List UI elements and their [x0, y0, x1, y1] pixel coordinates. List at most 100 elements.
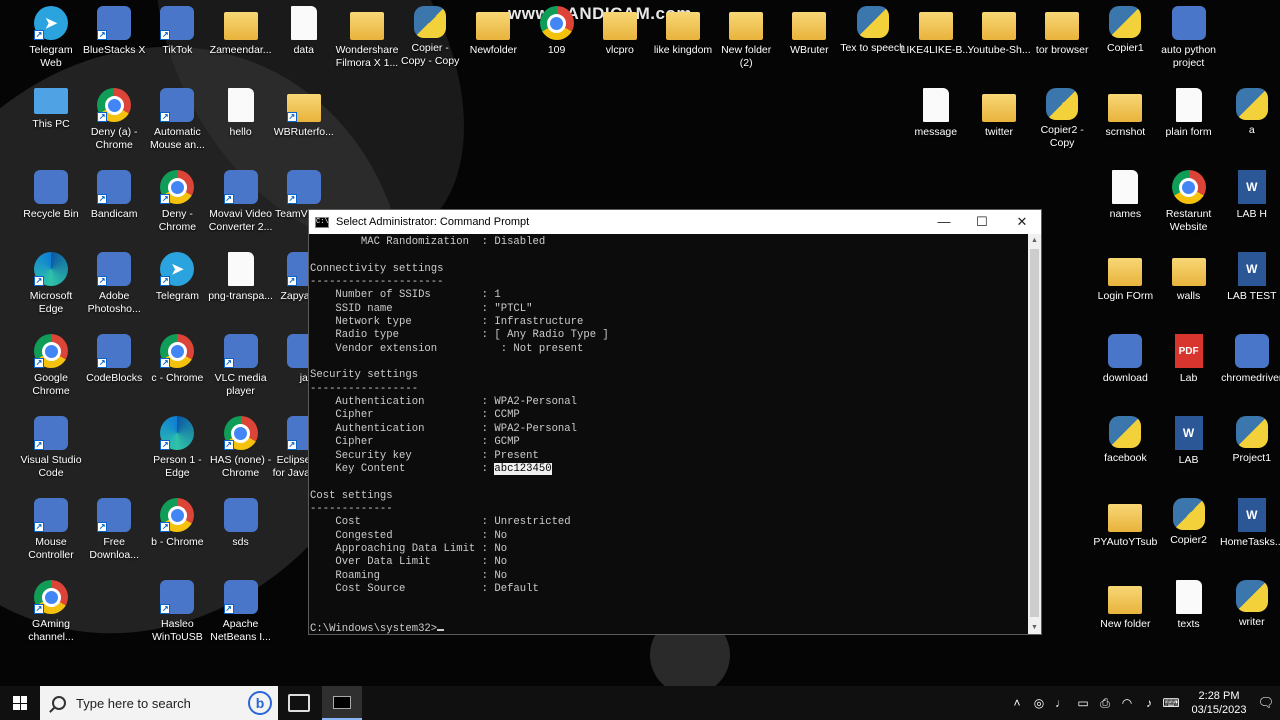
console-line: Key Content : abc123450 [310, 462, 552, 475]
battery-icon[interactable]: ▭ [1074, 694, 1092, 712]
generic-icon: ↗ [34, 416, 68, 450]
folder-icon [602, 12, 637, 40]
chrome-icon: ↗ [160, 498, 195, 532]
shortcut-arrow-icon: ↗ [223, 440, 234, 450]
cmd-taskbar-icon [333, 695, 351, 709]
desktop-icon[interactable]: chromedriver [1214, 330, 1280, 412]
console-line: Authentication : WPA2-Personal [310, 422, 578, 435]
file-icon [922, 88, 949, 122]
desktop-icon[interactable]: ↗ GAming channel... [13, 576, 89, 658]
console-line: Security key : Present [310, 449, 539, 462]
start-button[interactable] [0, 686, 40, 720]
maximize-button[interactable]: ☐ [963, 210, 1001, 234]
desktop-icon[interactable]: ↗ Visual Studio Code [13, 412, 89, 494]
desktop-icon[interactable]: W LAB H [1214, 166, 1280, 248]
chrome-icon: ↗ [160, 334, 195, 368]
desktop-icon[interactable]: writer [1214, 576, 1280, 658]
console-line: Cost settings [310, 489, 393, 502]
meet-now-icon[interactable]: ◎ [1030, 694, 1048, 712]
desktop-icon-label: a [1248, 124, 1255, 136]
console-line: Number of SSIDs : 1 [310, 289, 501, 302]
desktop-icon-label: Apache NetBeans I... [210, 618, 271, 643]
console-line: Cost : Unrestricted [310, 516, 571, 529]
search-icon [52, 696, 66, 710]
folder-icon [476, 12, 511, 40]
folder-icon [1108, 504, 1143, 532]
volume-icon[interactable]: ♪ [1140, 694, 1158, 712]
chevron-up-icon[interactable]: ˄ [1008, 694, 1026, 712]
generic-icon: ↗ [223, 580, 258, 614]
shortcut-arrow-icon: ↗ [223, 194, 234, 204]
folder-icon [729, 12, 764, 40]
file-icon [1175, 580, 1202, 614]
task-view-button[interactable] [288, 694, 310, 712]
desktop-icon[interactable]: ↗ WBRuterfo... [266, 84, 342, 166]
desktop-icon[interactable]: W LAB TEST [1214, 248, 1280, 330]
py-icon [1172, 498, 1205, 530]
desktop-icon-label: Project1 [1232, 452, 1272, 464]
wifi-icon[interactable]: ◠ [1118, 694, 1136, 712]
shortcut-arrow-icon: ↗ [97, 194, 108, 204]
key-content-value[interactable]: abc123450 [494, 462, 552, 475]
folder-icon [666, 12, 700, 40]
folder-icon [1171, 258, 1206, 286]
microphone-icon[interactable]: ♩ [1052, 694, 1070, 712]
folder-icon [1108, 94, 1143, 122]
desktop-icon[interactable]: ↗ Apache NetBeans I... [203, 576, 279, 658]
console-line: Radio type : [ Any Radio Type ] [310, 329, 609, 342]
console-line: Roaming : No [310, 569, 508, 582]
notification-icon[interactable]: 🗨 [1252, 686, 1280, 720]
desktop-icon[interactable]: a [1214, 84, 1280, 166]
clock[interactable]: 2:28 PM 03/15/2023 [1186, 689, 1252, 717]
console-scrollbar[interactable]: ▲ ▼ [1028, 234, 1041, 634]
window-titlebar[interactable]: C:\ Select Administrator: Command Prompt… [309, 210, 1041, 234]
chrome-icon: ↗ [34, 334, 68, 368]
desktop-icon[interactable]: W HomeTasks... [1214, 494, 1280, 576]
word-icon: W [1237, 252, 1266, 286]
console-output[interactable]: MAC Randomization : Disabled Connectivit… [309, 234, 1027, 634]
shortcut-arrow-icon: ↗ [34, 30, 44, 40]
py-icon [1046, 88, 1079, 120]
word-icon: W [1174, 416, 1203, 450]
console-line: Authentication : WPA2-Personal [310, 396, 578, 409]
desktop-icon[interactable]: auto python project [1151, 2, 1227, 84]
file-icon [1112, 170, 1139, 204]
generic-icon: ↗ [160, 6, 195, 40]
command-prompt-window[interactable]: C:\ Select Administrator: Command Prompt… [308, 209, 1042, 635]
printer-icon[interactable]: ⎙ [1096, 694, 1114, 712]
chrome-icon: ↗ [223, 416, 258, 450]
py-icon [1235, 580, 1268, 612]
shortcut-arrow-icon: ↗ [97, 522, 108, 532]
desktop-icon[interactable]: sds [203, 494, 279, 576]
keyboard-icon[interactable]: ⌨ [1162, 694, 1180, 712]
shortcut-arrow-icon: ↗ [160, 358, 171, 368]
scroll-up-arrow-icon[interactable]: ▲ [1028, 234, 1041, 247]
generic-icon [34, 170, 68, 204]
scrollbar-thumb[interactable] [1030, 249, 1039, 617]
folder-icon [223, 12, 258, 40]
taskbar-command-prompt[interactable] [322, 686, 362, 720]
folder-icon [1108, 586, 1143, 614]
shortcut-arrow-icon: ↗ [286, 440, 297, 450]
generic-icon [1234, 334, 1269, 368]
folder-icon [982, 12, 1016, 40]
py-icon [1109, 6, 1142, 38]
bing-icon[interactable]: b [248, 691, 272, 715]
generic-icon: ↗ [286, 170, 321, 204]
desktop-icon-label: auto python project [1161, 44, 1217, 69]
generic-icon: ↗ [97, 498, 132, 532]
desktop-icon-label: Visual Studio Code [20, 454, 82, 479]
taskbar-search-box[interactable]: Type here to search b [40, 686, 278, 720]
console-line: Cipher : CCMP [310, 409, 520, 422]
windows-logo-icon [13, 696, 27, 710]
shortcut-arrow-icon: ↗ [160, 194, 171, 204]
folder-icon [792, 12, 827, 40]
minimize-button[interactable]: — [925, 210, 963, 234]
desktop-icon[interactable]: Project1 [1214, 412, 1280, 494]
scroll-down-arrow-icon[interactable]: ▼ [1028, 621, 1041, 634]
close-button[interactable]: ✕ [1003, 210, 1041, 234]
shortcut-arrow-icon: ↗ [223, 358, 234, 368]
pdf-icon: PDF [1174, 334, 1203, 368]
